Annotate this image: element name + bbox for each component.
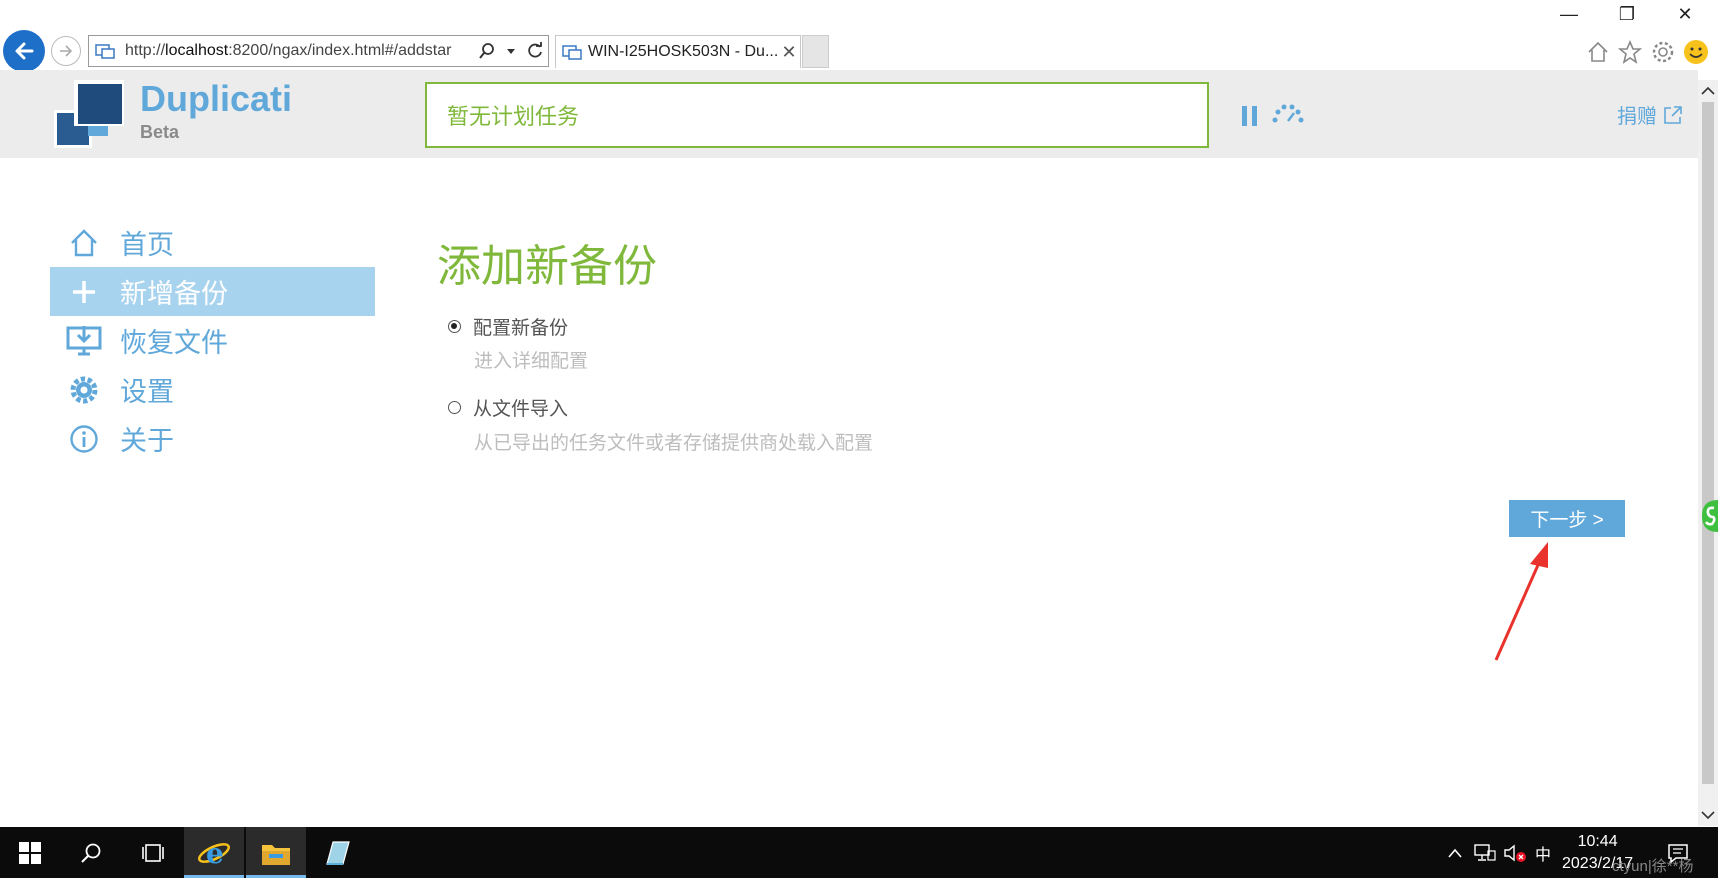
duplicati-logo[interactable] [52,80,134,150]
brand-name: Duplicati [140,78,293,119]
chevron-down-icon[interactable] [1698,806,1718,824]
sidebar-item-home[interactable]: 首页 [50,218,375,267]
option-configure-new[interactable]: 配置新备份 [448,313,568,340]
page-icon [562,44,582,60]
network-icon[interactable] [1474,827,1496,878]
app-window-icon [326,840,350,865]
status-text: 暂无计划任务 [447,104,580,129]
sidebar-item-label: 恢复文件 [120,328,228,358]
pause-icon[interactable] [1241,105,1259,132]
sidebar-item-label: 新增备份 [120,279,228,309]
next-button[interactable]: 下一步 > [1509,500,1625,537]
taskbar-explorer-button[interactable] [246,827,306,878]
internet-explorer-icon: e [198,837,230,870]
throttle-speed-icon[interactable] [1271,102,1305,131]
start-button[interactable] [0,827,60,878]
sidebar-item-label: 首页 [120,230,174,260]
home-icon [58,228,110,258]
svg-text:e: e [206,837,224,870]
sidebar-item-add-backup[interactable]: 新增备份 [50,267,375,316]
tab-close-icon[interactable]: ✕ [778,42,800,63]
option-label: 配置新备份 [473,318,569,339]
forward-button[interactable] [51,36,81,66]
ime-indicator[interactable]: 中 [1535,827,1551,878]
red-arrow-annotation [1494,542,1548,661]
sidebar-item-label: 关于 [120,426,174,456]
external-link-icon [1664,105,1682,124]
taskbar-ie-button[interactable]: e [184,827,244,878]
option-import-file[interactable]: 从文件导入 [448,394,568,421]
tray-chevron-up-icon[interactable] [1447,827,1463,878]
sidebar-item-settings[interactable]: 设置 [50,365,375,414]
tab-title: WIN-I25HOSK503N - Du... [588,43,778,60]
folder-icon [262,844,290,865]
gear-icon [58,374,110,406]
sidebar-item-label: 设置 [120,377,174,407]
plus-icon [58,277,110,307]
donate-link[interactable]: 捐赠 [1617,100,1683,129]
address-bar[interactable]: http://localhost:8200/ngax/index.html#/a… [88,35,549,67]
option-description: 从已导出的任务文件或者存储提供商处载入配置 [474,433,874,454]
windows-taskbar: e 中 10:44 2023/2/17 [0,827,1718,878]
info-icon [58,424,110,454]
scroll-thumb[interactable] [1702,102,1714,784]
home-icon[interactable] [1584,38,1612,66]
windows-logo-icon [19,841,41,864]
minimize-button[interactable]: — [1554,4,1584,25]
restore-icon [58,325,110,357]
watermark-text: ctyun|徐**杨 [1612,858,1694,875]
vertical-scrollbar[interactable] [1698,80,1718,826]
donate-label: 捐赠 [1617,106,1657,128]
arrow-right-icon [60,45,73,57]
sidebar-item-about[interactable]: 关于 [50,414,375,463]
dropdown-icon[interactable] [500,46,522,56]
close-button[interactable]: ✕ [1670,4,1700,25]
search-icon[interactable] [476,42,498,60]
page-icon [95,43,117,59]
sidebar-item-restore[interactable]: 恢复文件 [50,316,375,365]
radio-configure-new[interactable] [448,320,461,333]
browser-chrome: http://localhost:8200/ngax/index.html#/a… [0,0,1718,72]
arrow-left-icon [15,42,34,60]
option-description: 进入详细配置 [474,351,589,372]
option-label: 从文件导入 [473,399,569,420]
radio-import-file[interactable] [448,401,461,414]
app-header: Duplicati Beta 暂无计划任务 捐赠 [0,70,1698,158]
status-box: 暂无计划任务 [425,82,1209,148]
sidebar-nav: 首页 新增备份 恢复文件 设置 关于 [50,218,375,463]
refresh-icon[interactable] [524,42,546,60]
task-view-icon [142,843,164,862]
settings-gear-icon[interactable] [1649,38,1677,66]
taskbar-search-button[interactable] [60,827,122,878]
taskbar-app-button[interactable] [308,827,368,878]
feedback-smiley-icon[interactable] [1682,38,1710,66]
clock-time: 10:44 [1577,833,1618,850]
new-tab-button[interactable] [802,35,829,68]
back-button[interactable] [3,30,45,72]
brand-subtitle: Beta [140,122,180,142]
floating-badge-icon[interactable] [1700,498,1718,534]
chevron-up-icon[interactable] [1698,82,1718,100]
task-view-button[interactable] [122,827,184,878]
volume-muted-icon[interactable] [1503,827,1527,878]
favorites-star-icon[interactable] [1616,38,1644,66]
url-text[interactable]: http://localhost:8200/ngax/index.html#/a… [125,42,476,60]
browser-tab[interactable]: WIN-I25HOSK503N - Du... ✕ [555,35,801,68]
search-icon [81,843,101,863]
page-title: 添加新备份 [437,242,657,291]
restore-button[interactable]: ❐ [1612,4,1642,25]
